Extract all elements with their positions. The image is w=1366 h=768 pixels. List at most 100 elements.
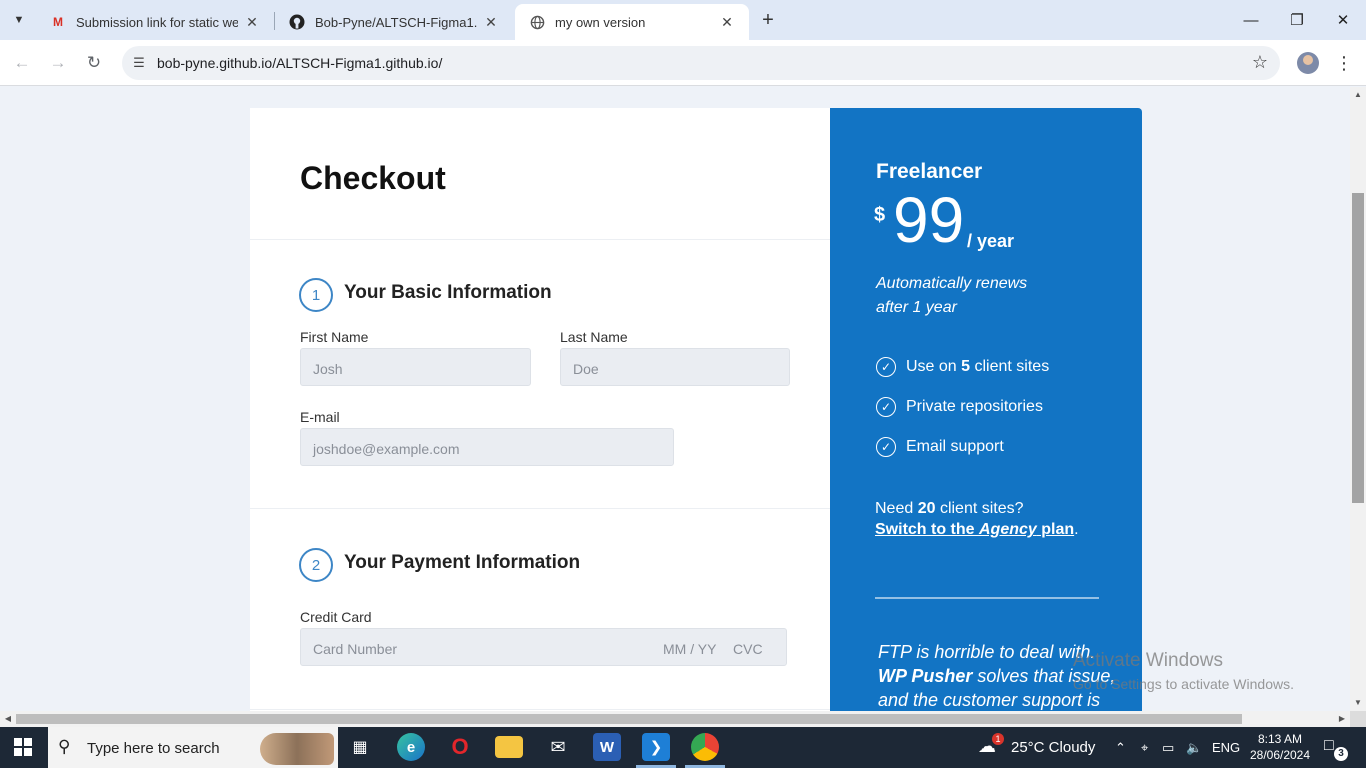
pricing-panel: Freelancer $ 99 / year Automatically ren…: [830, 108, 1142, 711]
file-explorer-icon[interactable]: [495, 736, 523, 758]
battery-icon[interactable]: ▭: [1162, 727, 1174, 768]
tab-strip: ▼ M Submission link for static websi ✕ B…: [0, 0, 1366, 40]
tab-title: Bob-Pyne/ALTSCH-Figma1.githu: [315, 14, 477, 30]
search-icon: ⚲: [58, 737, 71, 756]
email-input[interactable]: joshdoe@example.com: [300, 428, 674, 466]
gmail-icon: M: [53, 15, 63, 29]
weather-text[interactable]: 25°C Cloudy: [1011, 727, 1095, 768]
step-number-badge: 2: [299, 548, 333, 582]
credit-card-input[interactable]: Card Number MM / YY CVC: [300, 628, 787, 666]
bookmark-star-icon[interactable]: ☆: [1252, 52, 1268, 73]
close-icon: ✕: [1336, 12, 1350, 29]
new-tab-button[interactable]: +: [756, 8, 780, 32]
first-name-label: First Name: [300, 329, 369, 345]
feature-item: ✓ Use on 5 client sites: [876, 355, 1049, 379]
edge-browser-icon[interactable]: e: [397, 733, 425, 761]
switch-plan-link[interactable]: Switch to the Agency plan: [875, 521, 1074, 538]
tab-gmail[interactable]: M Submission link for static websi ✕: [36, 4, 274, 40]
reload-button[interactable]: ↻: [80, 49, 108, 77]
arrow-right-icon: →: [49, 53, 67, 72]
arrow-left-icon: ←: [13, 53, 31, 72]
close-tab-icon[interactable]: ✕: [483, 14, 499, 31]
vertical-scroll-thumb[interactable]: [1352, 193, 1364, 503]
scrollbar-corner: [1350, 711, 1366, 727]
scroll-left-arrow-icon[interactable]: ◀: [0, 711, 16, 727]
section-title-payment-info: Your Payment Information: [344, 552, 581, 573]
search-placeholder: Type here to search: [87, 740, 220, 757]
network-icon[interactable]: ⌖: [1141, 727, 1148, 768]
browser-menu-icon[interactable]: ⋮: [1334, 52, 1354, 74]
word-icon[interactable]: W: [593, 733, 621, 761]
weather-alert-badge: 1: [992, 733, 1004, 745]
checkout-form-card: Checkout 1 Your Basic Information First …: [250, 108, 830, 711]
plan-price: 99: [893, 184, 965, 256]
mail-icon[interactable]: ✉: [544, 733, 572, 761]
vscode-icon[interactable]: ❯: [642, 733, 670, 761]
section-title-basic-info: Your Basic Information: [344, 282, 552, 303]
taskbar-search-box[interactable]: ⚲ Type here to search: [48, 727, 338, 768]
section-divider: [250, 239, 830, 240]
show-hidden-icons-icon[interactable]: ⌃: [1115, 727, 1126, 768]
forward-button[interactable]: →: [44, 49, 72, 77]
tab-title: Submission link for static websi: [76, 14, 238, 30]
url-text[interactable]: bob-pyne.github.io/ALTSCH-Figma1.github.…: [157, 55, 442, 71]
feature-text: Use on 5 client sites: [906, 358, 1050, 375]
feature-text: Private repositories: [906, 398, 1043, 415]
check-circle-icon: ✓: [876, 357, 896, 377]
windows-taskbar: ⚲ Type here to search ▦ e O ✉ W ❯ ☁ 1 25…: [0, 727, 1366, 768]
horizontal-scroll-thumb[interactable]: [16, 714, 1242, 724]
email-label: E-mail: [300, 409, 340, 425]
first-name-input[interactable]: Josh: [300, 348, 531, 386]
site-settings-icon[interactable]: ☰: [130, 54, 148, 72]
plus-icon: +: [762, 8, 774, 31]
renewal-line-1: Automatically renews: [876, 275, 1028, 292]
globe-icon: [529, 14, 545, 30]
system-clock[interactable]: 8:13 AM 28/06/2024: [1248, 731, 1312, 763]
tab-title: my own version: [555, 14, 646, 30]
minimize-button[interactable]: —: [1228, 6, 1274, 34]
close-tab-icon[interactable]: ✕: [244, 14, 260, 31]
back-button[interactable]: ←: [8, 49, 36, 77]
github-icon: [289, 14, 305, 30]
currency-symbol: $: [874, 204, 886, 226]
step-number-badge: 1: [299, 278, 333, 312]
close-tab-icon[interactable]: ✕: [719, 14, 735, 31]
profile-avatar[interactable]: [1297, 52, 1319, 74]
close-window-button[interactable]: ✕: [1320, 6, 1366, 34]
upgrade-note: Need 20 client sites? Switch to the Agen…: [875, 500, 1079, 538]
clock-date: 28/06/2024: [1249, 748, 1311, 762]
plan-name: Freelancer: [876, 160, 983, 183]
check-circle-icon: ✓: [876, 437, 896, 457]
restore-button[interactable]: ❐: [1274, 6, 1320, 34]
expiry-placeholder: MM / YY: [663, 641, 717, 657]
plan-period: / year: [967, 231, 1015, 251]
address-bar[interactable]: ☰ bob-pyne.github.io/ALTSCH-Figma1.githu…: [122, 46, 1280, 80]
language-indicator[interactable]: ENG: [1212, 727, 1240, 768]
scroll-up-arrow-icon[interactable]: ▲: [1350, 87, 1366, 103]
page-title: Checkout: [300, 160, 446, 196]
feature-item: ✓ Email support: [876, 435, 1004, 459]
renewal-note: Automatically renews after 1 year: [876, 272, 1076, 320]
section-divider: [250, 508, 830, 509]
tab-my-own-version[interactable]: my own version ✕: [515, 4, 749, 40]
volume-icon[interactable]: 🔈: [1186, 727, 1202, 768]
last-name-input[interactable]: Doe: [560, 348, 790, 386]
tab-search-button[interactable]: ▼: [6, 8, 32, 32]
horizontal-scrollbar[interactable]: ◀ ▶: [0, 711, 1350, 727]
vertical-scrollbar[interactable]: ▲ ▼: [1350, 87, 1366, 711]
feature-text: Email support: [906, 438, 1004, 455]
cvc-placeholder: CVC: [733, 641, 763, 657]
card-number-placeholder: Card Number: [313, 641, 398, 657]
windows-start-icon[interactable]: [14, 738, 32, 756]
minimize-icon: —: [1243, 11, 1259, 29]
renewal-line-2: after 1 year: [876, 299, 957, 316]
task-view-icon[interactable]: ▦: [346, 733, 374, 761]
scroll-down-arrow-icon[interactable]: ▼: [1350, 695, 1366, 711]
tab-github[interactable]: Bob-Pyne/ALTSCH-Figma1.githu ✕: [275, 4, 513, 40]
opera-browser-icon[interactable]: O: [446, 733, 474, 761]
reload-icon: ↻: [86, 53, 102, 72]
chrome-icon[interactable]: [691, 733, 719, 761]
feature-item: ✓ Private repositories: [876, 395, 1043, 419]
search-highlight-image: [260, 733, 334, 765]
scroll-right-arrow-icon[interactable]: ▶: [1334, 711, 1350, 727]
